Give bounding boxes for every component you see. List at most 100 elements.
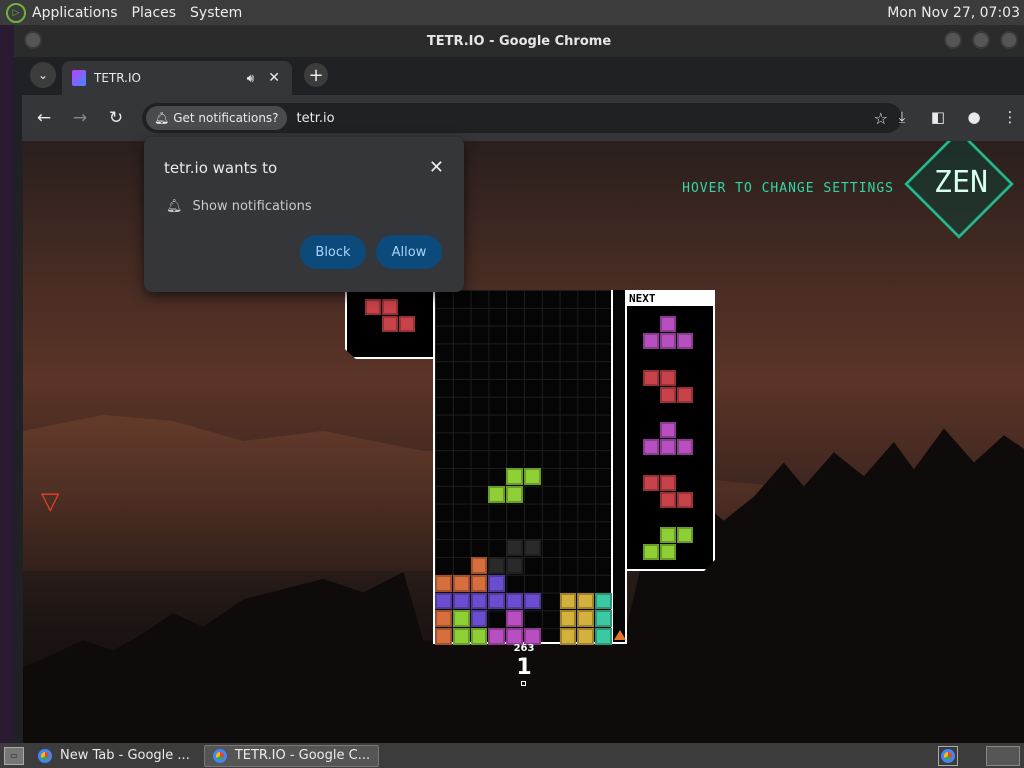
maximize-button[interactable]	[972, 31, 990, 49]
close-popup-icon[interactable]: ✕	[429, 157, 444, 178]
block-cell	[470, 592, 488, 610]
menu-dots-icon[interactable]: ⋮	[996, 103, 1024, 131]
block-cell	[435, 628, 452, 645]
speaker-icon[interactable]: 🔊︎	[247, 71, 255, 86]
tetrio-favicon-icon	[72, 70, 86, 86]
notification-chip-label: Get notifications?	[173, 111, 279, 125]
menu-places[interactable]: Places	[132, 5, 177, 21]
block-cell	[577, 610, 595, 628]
permission-popup: tetr.io wants to ✕ 🔔︎ Show notifications…	[144, 137, 464, 292]
score-marker	[521, 681, 526, 686]
desktop-background	[0, 25, 14, 743]
block-cell	[488, 628, 506, 645]
new-tab-button[interactable]: +	[304, 63, 328, 87]
toolbar-actions: ⤓ ◧ ● ⋮	[880, 103, 1024, 131]
block-cell	[660, 492, 676, 508]
block-cell	[470, 628, 488, 645]
block-cell	[452, 592, 470, 610]
block-cell	[506, 610, 523, 628]
block-cell	[506, 468, 523, 485]
block-cell	[488, 557, 506, 574]
block-cell	[506, 557, 523, 574]
block-cell	[506, 539, 523, 556]
top-panel: ▷ Applications Places System Mon Nov 27,…	[0, 0, 1024, 25]
block-cell	[488, 592, 506, 610]
minimize-button[interactable]	[944, 31, 962, 49]
block-cell	[660, 422, 676, 438]
taskbar: ▭ New Tab - Google ... TETR.IO - Google …	[0, 743, 1024, 768]
os-logo-icon[interactable]: ▷	[6, 2, 26, 23]
close-window-button[interactable]	[1000, 31, 1018, 49]
close-tab-icon[interactable]: ✕	[268, 70, 280, 86]
block-cell	[382, 299, 398, 315]
block-cell	[660, 439, 676, 455]
permission-text: Show notifications	[192, 199, 312, 214]
block-cell	[399, 316, 415, 332]
block-cell	[435, 610, 452, 628]
score-small: 263	[513, 643, 535, 654]
menu-applications[interactable]: Applications	[32, 5, 118, 21]
tab-title: TETR.IO	[94, 71, 141, 85]
address-bar[interactable]: 🔔︎ Get notifications? tetr.io ☆	[142, 103, 902, 133]
notification-chip[interactable]: 🔔︎ Get notifications?	[146, 106, 287, 130]
clock[interactable]: Mon Nov 27, 07:03	[887, 5, 1020, 21]
block-cell	[435, 592, 452, 610]
block-cell	[470, 557, 488, 574]
block-cell	[577, 628, 595, 645]
block-cell	[677, 387, 693, 403]
back-button[interactable]: ←	[30, 104, 58, 132]
block-cell	[559, 610, 577, 628]
block-cell	[524, 539, 541, 556]
block-cell	[595, 610, 612, 628]
block-cell	[643, 333, 659, 349]
zen-mode-badge[interactable]: ZEN	[904, 141, 1016, 239]
task-new-tab[interactable]: New Tab - Google ...	[30, 745, 198, 767]
block-cell	[470, 574, 488, 592]
game-board[interactable]	[433, 290, 613, 645]
reload-button[interactable]: ↻	[102, 104, 130, 132]
tab-tetrio[interactable]: TETR.IO 🔊︎ ✕	[62, 61, 292, 95]
workspace-switcher[interactable]	[986, 745, 1020, 766]
block-cell	[660, 527, 676, 543]
block-cell	[506, 592, 523, 610]
block-cell	[643, 439, 659, 455]
block-cell	[660, 475, 676, 491]
block-cell	[382, 316, 398, 332]
bell-icon: 🔔︎	[166, 199, 183, 214]
zen-label: ZEN	[933, 165, 989, 200]
allow-button[interactable]: Allow	[376, 235, 442, 269]
tray-chrome-icon[interactable]	[938, 745, 958, 766]
window-menu-button[interactable]	[24, 31, 42, 49]
hover-settings-text[interactable]: HOVER TO CHANGE SETTINGS	[682, 181, 894, 196]
window-titlebar[interactable]: TETR.IO - Google Chrome	[14, 25, 1024, 57]
chrome-window: TETR.IO - Google Chrome ⌄ TETR.IO 🔊︎ ✕ +…	[14, 25, 1024, 743]
download-icon[interactable]: ⤓	[888, 103, 916, 131]
url-text[interactable]: tetr.io	[297, 111, 335, 126]
show-desktop-icon[interactable]: ▭	[4, 746, 24, 765]
block-cell	[643, 544, 659, 560]
block-cell	[677, 439, 693, 455]
garbage-meter	[613, 290, 627, 644]
block-cell	[660, 333, 676, 349]
bell-icon: 🔔︎	[154, 111, 170, 125]
forward-button[interactable]: →	[66, 104, 94, 132]
tetrio-logo-icon[interactable]: ▽	[41, 487, 59, 515]
tab-search-button[interactable]: ⌄	[30, 62, 56, 88]
task-tetrio[interactable]: TETR.IO - Google C...	[203, 744, 380, 767]
block-cell	[559, 628, 577, 645]
block-cell	[660, 316, 676, 332]
side-panel-icon[interactable]: ◧	[924, 103, 952, 131]
chevron-down-icon: ⌄	[37, 68, 49, 82]
block-cell	[577, 592, 595, 610]
block-button[interactable]: Block	[300, 235, 366, 269]
next-label: NEXT	[627, 292, 713, 306]
score-big: 1	[516, 655, 532, 680]
chrome-icon	[38, 748, 52, 763]
block-cell	[677, 333, 693, 349]
menu-system[interactable]: System	[190, 5, 242, 21]
profile-icon[interactable]: ●	[960, 103, 988, 131]
task-label: TETR.IO - Google C...	[234, 748, 371, 763]
block-cell	[452, 628, 470, 645]
block-cell	[488, 574, 506, 592]
block-cell	[506, 485, 523, 503]
